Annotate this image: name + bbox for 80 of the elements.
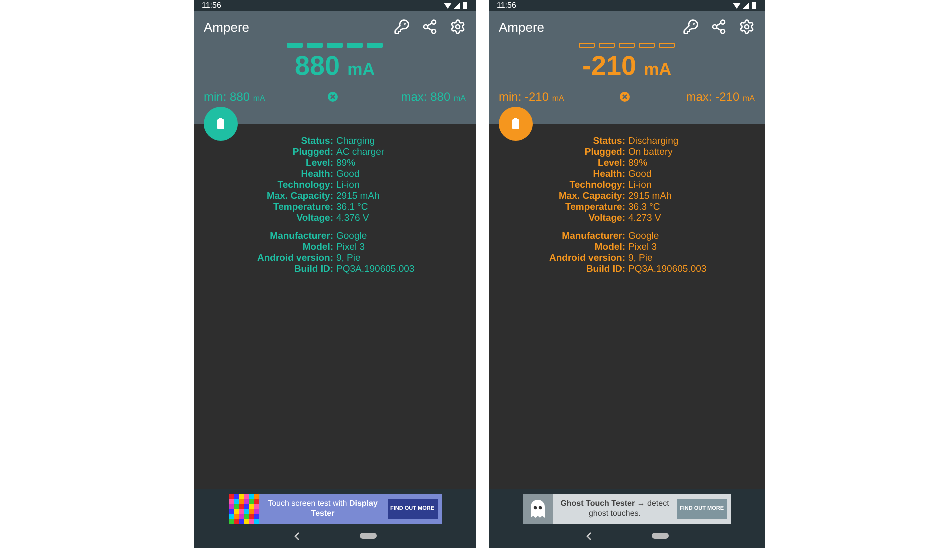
info-value: 4.273 V bbox=[628, 213, 662, 224]
signal-battery-icon bbox=[733, 2, 757, 10]
info-label: Manufacturer: bbox=[269, 231, 334, 242]
info-value: PQ3A.190605.003 bbox=[628, 264, 708, 275]
max-reading: max: 880 mA bbox=[401, 90, 466, 104]
info-value: Google bbox=[628, 231, 660, 242]
info-value: 9, Pie bbox=[628, 253, 654, 264]
info-label: Health: bbox=[300, 169, 334, 180]
info-value: Good bbox=[336, 169, 361, 180]
battery-icon bbox=[217, 118, 225, 130]
info-label: Plugged: bbox=[584, 147, 626, 158]
info-label: Manufacturer: bbox=[561, 231, 626, 242]
info-label: Build ID: bbox=[585, 264, 626, 275]
share-icon[interactable] bbox=[711, 19, 727, 35]
ad-text: Ghost Touch Tester → detect ghost touches. bbox=[560, 499, 670, 519]
info-label: Android version: bbox=[548, 253, 626, 264]
share-icon[interactable] bbox=[422, 19, 438, 35]
info-label: Level: bbox=[305, 158, 334, 169]
ad-text: Touch screen test with Display Tester bbox=[267, 499, 379, 519]
min-reading: min: 880 mA bbox=[204, 90, 266, 104]
info-value: Pixel 3 bbox=[336, 242, 366, 253]
current-reading: 880 mA bbox=[294, 50, 376, 83]
max-reading: max: -210 mA bbox=[686, 90, 755, 104]
pixel-grid-icon bbox=[228, 494, 258, 524]
info-label: Temperature: bbox=[272, 202, 334, 213]
info-value: Charging bbox=[336, 136, 376, 147]
signal-battery-icon bbox=[444, 2, 468, 10]
info-label: Level: bbox=[597, 158, 626, 169]
settings-icon[interactable] bbox=[739, 19, 755, 35]
min-reading: min: -210 mA bbox=[499, 90, 564, 104]
info-label: Build ID: bbox=[293, 264, 334, 275]
status-time: 11:56 bbox=[202, 1, 222, 10]
info-value: 9, Pie bbox=[336, 253, 362, 264]
info-label: Model: bbox=[594, 242, 626, 253]
back-icon[interactable] bbox=[294, 532, 300, 540]
info-label: Voltage: bbox=[588, 213, 626, 224]
info-value: 89% bbox=[336, 158, 357, 169]
settings-icon[interactable] bbox=[450, 19, 466, 35]
info-value: PQ3A.190605.003 bbox=[336, 264, 416, 275]
info-value: 2915 mAh bbox=[628, 191, 673, 202]
info-label: Technology: bbox=[276, 180, 334, 191]
info-label: Model: bbox=[302, 242, 334, 253]
info-label: Technology: bbox=[568, 180, 626, 191]
info-value: Good bbox=[628, 169, 653, 180]
info-value: AC charger bbox=[336, 147, 386, 158]
home-button[interactable] bbox=[652, 533, 668, 539]
status-time: 11:56 bbox=[497, 1, 516, 10]
info-value: Google bbox=[336, 231, 368, 242]
reset-icon[interactable] bbox=[328, 92, 338, 102]
info-label: Max. Capacity: bbox=[558, 191, 626, 202]
back-icon[interactable] bbox=[586, 532, 592, 540]
app-title: Ampere bbox=[499, 20, 545, 34]
info-label: Voltage: bbox=[296, 213, 334, 224]
info-label: Plugged: bbox=[292, 147, 334, 158]
key-icon[interactable] bbox=[394, 19, 410, 35]
key-icon[interactable] bbox=[683, 19, 699, 35]
home-button[interactable] bbox=[360, 533, 376, 539]
info-label: Status: bbox=[592, 136, 626, 147]
info-value: 4.376 V bbox=[336, 213, 370, 224]
info-value: 36.1 °C bbox=[336, 202, 370, 213]
info-label: Status: bbox=[300, 136, 334, 147]
info-label: Max. Capacity: bbox=[266, 191, 334, 202]
info-value: 2915 mAh bbox=[336, 191, 381, 202]
ghost-icon bbox=[523, 494, 553, 524]
app-title: Ampere bbox=[204, 20, 250, 34]
battery-fab[interactable] bbox=[204, 107, 238, 141]
battery-icon bbox=[512, 118, 520, 130]
info-label: Health: bbox=[592, 169, 626, 180]
info-value: 89% bbox=[628, 158, 649, 169]
info-value: Li-ion bbox=[336, 180, 361, 191]
info-label: Temperature: bbox=[564, 202, 626, 213]
current-reading: -210 mA bbox=[582, 50, 672, 83]
info-label: Android version: bbox=[256, 253, 334, 264]
info-value: 36.3 °C bbox=[628, 202, 662, 213]
info-value: Discharging bbox=[628, 136, 680, 147]
info-value: Li-ion bbox=[628, 180, 653, 191]
info-value: Pixel 3 bbox=[628, 242, 658, 253]
battery-fab[interactable] bbox=[499, 107, 533, 141]
reset-icon[interactable] bbox=[620, 92, 630, 102]
info-value: On battery bbox=[628, 147, 674, 158]
